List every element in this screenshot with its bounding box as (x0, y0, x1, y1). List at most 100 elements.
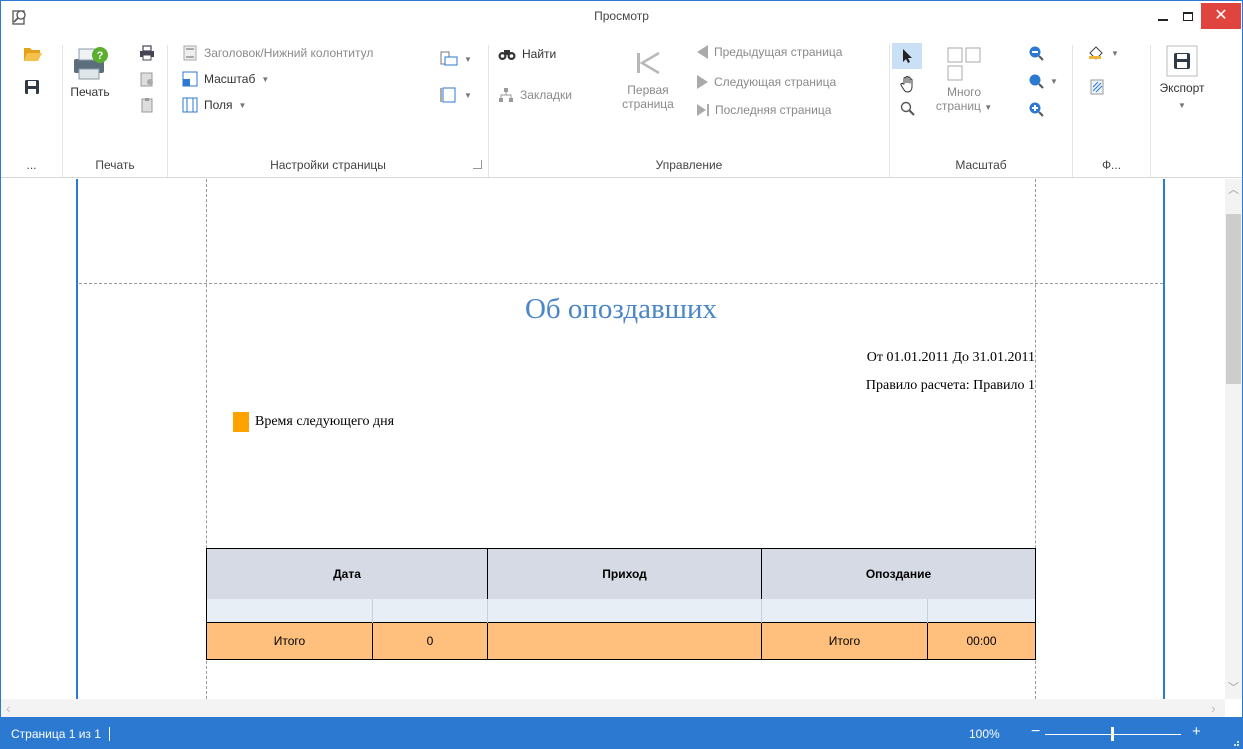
print-label: Печать (70, 85, 110, 99)
more-label[interactable]: ... (1, 158, 62, 172)
pointer-arrow-icon (903, 49, 912, 63)
horizontal-scrollbar[interactable]: ‹ › (1, 699, 1225, 717)
page-setup-button[interactable] (139, 71, 155, 87)
scale-label: Масштаб (204, 72, 256, 86)
scroll-right-icon[interactable]: › (1211, 700, 1216, 716)
export-group: Экспорт ▼ (1151, 45, 1213, 177)
binoculars-icon (498, 50, 516, 60)
quick-print-icon (140, 45, 154, 61)
bookmarks-icon (499, 88, 513, 102)
table-row (206, 599, 1036, 622)
previous-page-button[interactable]: Предыдущая страница (697, 45, 842, 59)
legend: Время следующего дня (233, 412, 394, 432)
hand-tool-button[interactable] (900, 75, 916, 93)
header-footer-button[interactable]: Заголовок/Нижний колонтитул (182, 45, 373, 61)
file-group: ... (1, 45, 63, 177)
parameters-button[interactable] (139, 97, 155, 113)
page-info: Страница 1 из 1 (11, 727, 110, 741)
page-border-right (1163, 179, 1165, 699)
quick-print-button[interactable] (139, 45, 155, 61)
previous-page-label: Предыдущая страница (714, 45, 843, 59)
many-pages-button[interactable]: Много страниц ▼ (934, 47, 994, 115)
svg-text:?: ? (97, 50, 104, 62)
chevron-down-icon: ▼ (1178, 101, 1186, 110)
zoom-button[interactable]: ▼ (1028, 73, 1058, 89)
watermark-icon (1090, 79, 1104, 95)
scroll-down-icon[interactable]: ﹀ (1225, 679, 1242, 695)
total-delay: 00:00 (927, 621, 1036, 660)
report-rule: Правило расчета: Правило 1 (865, 378, 1035, 393)
chevron-down-icon: ▼ (1111, 48, 1119, 58)
header-footer-icon (183, 45, 197, 61)
zoom-in-button[interactable] (1028, 101, 1044, 117)
next-page-label: Следующая страница (714, 75, 837, 89)
background-group: ▼ Ф... (1073, 45, 1151, 177)
margins-button[interactable]: Поля ▼ (182, 97, 246, 113)
first-page-label-line1: Первая (627, 83, 669, 97)
close-button[interactable]: ✕ (1201, 3, 1241, 29)
scale-icon (182, 71, 198, 87)
export-button[interactable]: Экспорт ▼ (1155, 45, 1209, 113)
title-bar: Просмотр ✕ (1, 1, 1242, 33)
total-label-delay: Итого (761, 621, 928, 660)
paper-size-button[interactable]: ▼ (440, 87, 472, 103)
margin-guide-top (79, 283, 1163, 284)
scroll-left-icon[interactable]: ‹ (6, 700, 11, 716)
minimize-icon (1158, 19, 1168, 21)
table-cell (206, 599, 373, 622)
report-period: От 01.01.2011 До 31.01.2011 (866, 350, 1035, 365)
column-header-arrival: Приход (487, 548, 762, 600)
resize-grip-icon[interactable] (1230, 737, 1239, 746)
triangle-right-icon (697, 75, 708, 89)
pointer-button[interactable] (892, 43, 922, 69)
chevron-down-icon: ▼ (261, 74, 270, 84)
chevron-down-icon: ▼ (464, 54, 472, 64)
zoom-out-button[interactable] (1028, 45, 1044, 61)
magnifier-button[interactable] (900, 101, 916, 117)
close-icon: ✕ (1214, 7, 1228, 24)
watermark-button[interactable] (1089, 79, 1105, 95)
open-button[interactable] (23, 45, 43, 63)
scale-button[interactable]: Масштаб ▼ (182, 71, 269, 87)
report-table: Дата Приход Опоздание (206, 548, 1036, 600)
save-button[interactable] (24, 79, 40, 95)
last-page-icon (697, 104, 709, 116)
background-group-label[interactable]: Ф... (1073, 158, 1150, 172)
margins-label: Поля (204, 98, 233, 112)
vertical-scroll-thumb[interactable] (1226, 214, 1241, 384)
column-header-delay: Опоздание (761, 548, 1036, 600)
many-pages-label-line2: страниц (935, 99, 981, 113)
last-page-button[interactable]: Последняя страница (697, 103, 831, 117)
clipboard-icon (141, 98, 153, 113)
page-color-button[interactable]: ▼ (1087, 45, 1119, 61)
vertical-scrollbar[interactable]: ︿ ﹀ (1225, 179, 1242, 699)
scroll-up-icon[interactable]: ︿ (1225, 181, 1242, 197)
table-cell (487, 599, 762, 622)
first-page-button[interactable]: Первая страница (613, 47, 683, 111)
document-preview[interactable]: Об опоздавших От 01.01.2011 До 31.01.201… (1, 179, 1225, 699)
print-button[interactable]: ? Печать (70, 45, 110, 99)
next-page-button[interactable]: Следующая страница (697, 75, 836, 89)
bookmarks-button[interactable]: Закладки (498, 87, 572, 103)
orientation-button[interactable]: ▼ (440, 51, 472, 67)
chevron-down-icon: ▼ (1050, 76, 1058, 86)
zoom-slider-thumb[interactable] (1111, 727, 1114, 741)
last-page-label: Последняя страница (715, 103, 832, 117)
header-footer-label: Заголовок/Нижний колонтитул (204, 46, 374, 60)
page-border-left (76, 179, 78, 699)
find-button[interactable]: Найти (498, 47, 556, 61)
zoom-group: Много страниц ▼ ▼ Масштаб (890, 43, 1073, 177)
report-title: Об опоздавших (524, 293, 718, 325)
table-cell (927, 599, 1036, 622)
zoom-plus-button[interactable]: + (1192, 723, 1201, 740)
first-page-icon (637, 51, 660, 75)
zoom-minus-button[interactable]: − (1031, 723, 1040, 741)
total-arrival (487, 621, 762, 660)
find-label: Найти (522, 47, 557, 61)
ribbon: ... ? Печать Печать Заголовок/Нижний кол… (1, 33, 1242, 178)
zoom-percent: 100% (969, 727, 1000, 741)
many-pages-label: Много страниц ▼ (936, 85, 992, 115)
orientation-icon (440, 51, 458, 66)
triangle-left-icon (697, 45, 708, 59)
save-icon (25, 80, 39, 94)
